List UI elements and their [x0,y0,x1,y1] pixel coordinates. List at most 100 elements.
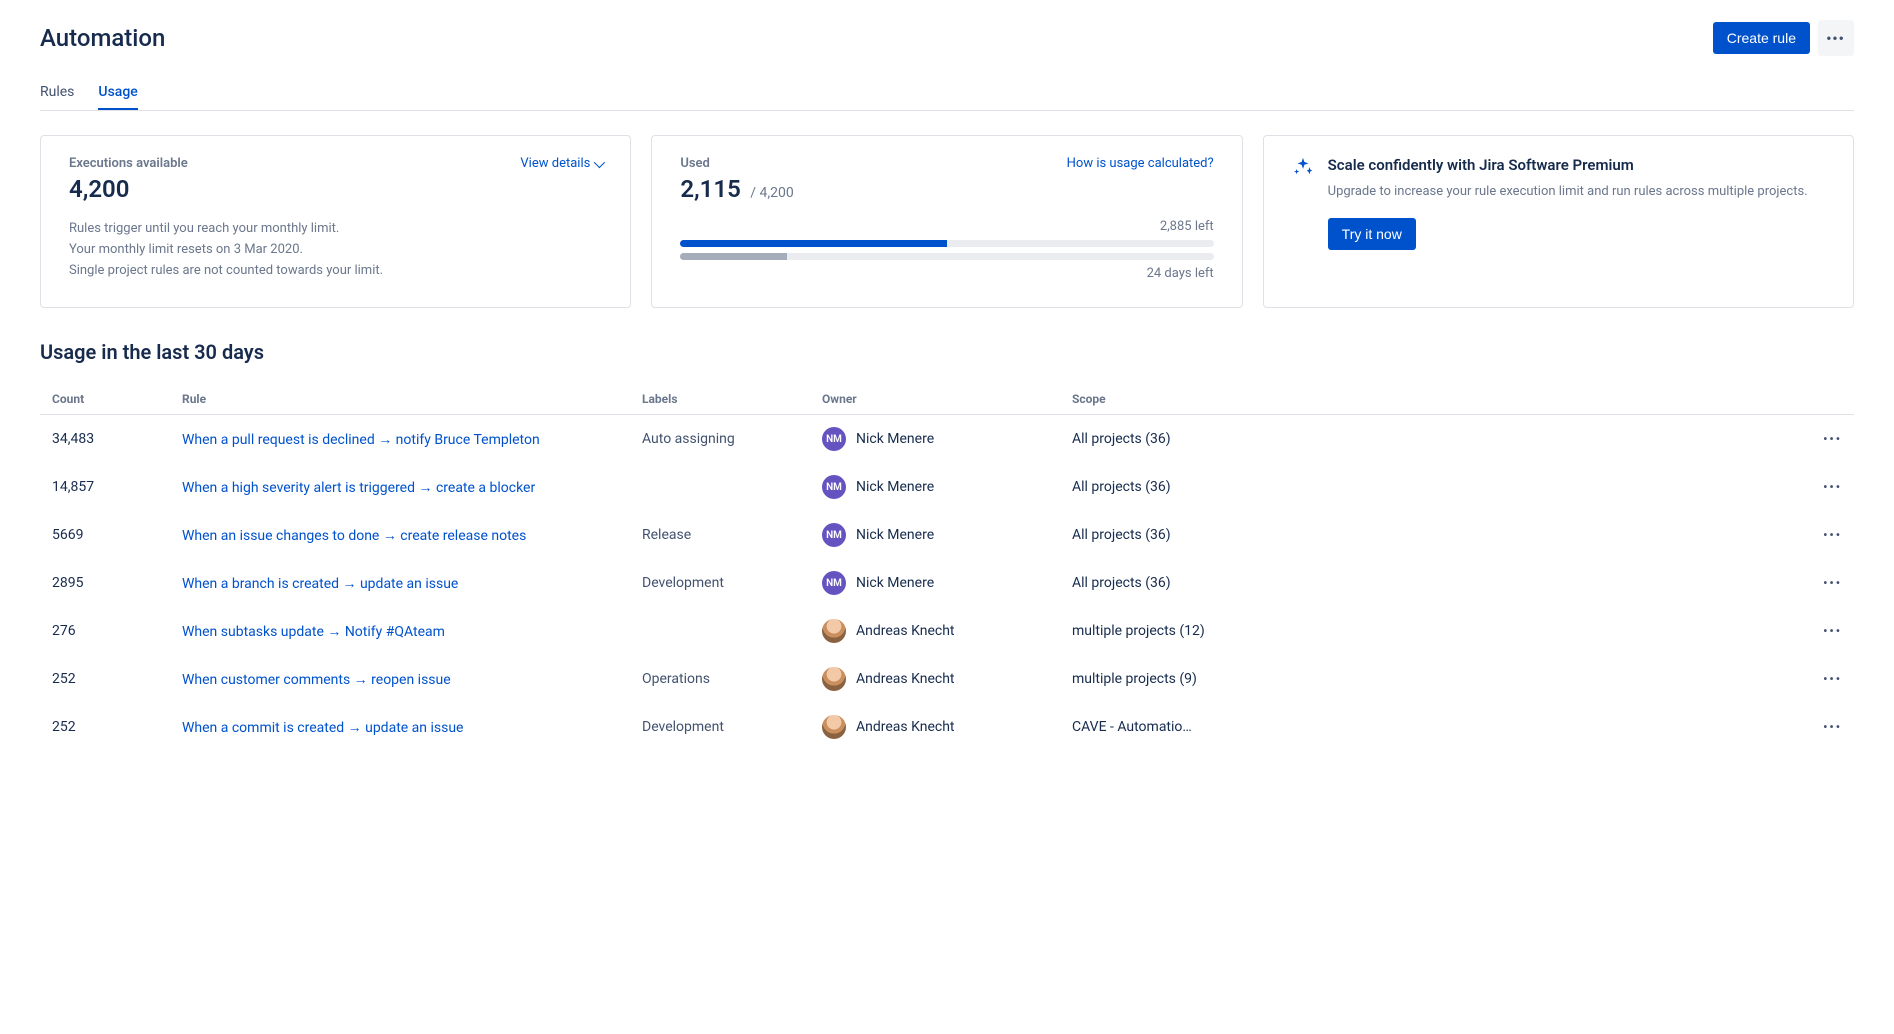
header-actions: Create rule ••• [1713,20,1854,56]
table-row: 276When subtasks update → Notify #QAteam… [40,607,1854,655]
tabs: Rules Usage [40,76,1854,111]
row-actions-button[interactable]: ••• [1683,415,1854,464]
table-row: 252 When a commit is created → update an … [40,703,1854,751]
cell-owner: NMNick Menere [810,415,1060,464]
rule-link[interactable]: When an issue changes to done → create r… [182,528,526,544]
cell-rule: When subtasks update → Notify #QAteam [170,607,630,655]
cell-owner: NMNick Menere [810,559,1060,607]
executions-desc-2: Your monthly limit resets on 3 Mar 2020. [69,240,602,261]
cell-scope: All projects (36) [1060,463,1683,511]
more-icon: ••• [1823,480,1842,494]
days-progress-fill [680,253,787,260]
cell-owner: NM Nick Menere [810,463,1060,511]
cell-count: 2895 [40,559,170,607]
row-actions-button[interactable]: ••• [1683,559,1854,607]
cell-scope: All projects (36) [1060,559,1683,607]
cell-rule: When a pull request is declined → notify… [170,415,630,464]
row-actions-button[interactable]: ••• [1683,511,1854,559]
create-rule-button[interactable]: Create rule [1713,22,1810,54]
view-details-link[interactable]: View details [520,156,602,171]
cell-scope: All projects (36) [1060,415,1683,464]
rule-link[interactable]: When a high severity alert is triggered … [182,480,535,496]
used-label: Used [680,156,710,171]
usage-progress-fill [680,240,947,247]
row-actions-button[interactable]: ••• [1683,607,1854,655]
table-row: 34,483 When a pull request is declined → … [40,415,1854,464]
cell-owner: Andreas Knecht [810,703,1060,751]
owner-name: Andreas Knecht [856,719,955,735]
cell-labels: Release [630,511,810,559]
cell-rule: When a commit is created → update an iss… [170,703,630,751]
cell-rule: When a high severity alert is triggered … [170,463,630,511]
view-details-text: View details [520,156,590,171]
more-icon: ••• [1823,528,1842,542]
owner-name: Andreas Knecht [856,623,955,639]
avatar [822,619,846,643]
row-actions-button[interactable]: ••• [1683,703,1854,751]
cell-owner: NM Nick Menere [810,511,1060,559]
cell-count: 252 [40,703,170,751]
cell-rule: When customer comments → reopen issue [170,655,630,703]
rule-link[interactable]: When a commit is created → update an iss… [182,720,463,736]
used-left: 2,885 left [680,219,1213,234]
try-it-now-button[interactable]: Try it now [1328,218,1416,250]
more-icon: ••• [1823,576,1842,590]
used-value: 2,115 [680,175,740,203]
col-labels[interactable]: Labels [630,384,810,415]
cell-owner: Andreas Knecht [810,607,1060,655]
rule-link[interactable]: When customer comments → reopen issue [182,672,451,688]
row-actions-button[interactable]: ••• [1683,463,1854,511]
col-count[interactable]: Count [40,384,170,415]
executions-value: 4,200 [69,175,129,203]
cell-labels: Operations [630,655,810,703]
tab-usage[interactable]: Usage [98,76,137,110]
col-scope[interactable]: Scope [1060,384,1683,415]
col-actions [1683,384,1854,415]
cell-scope: multiple projects (9) [1060,655,1683,703]
usage-table: Count Rule Labels Owner Scope 34,483 When… [40,384,1854,751]
rule-link[interactable]: When a branch is created → update an iss… [182,576,458,592]
col-owner[interactable]: Owner [810,384,1060,415]
avatar [822,715,846,739]
table-row: 252 When customer comments → reopen issue… [40,655,1854,703]
chevron-down-icon [594,156,605,167]
owner-name: Nick Menere [856,479,934,495]
usage-progress-bar [680,240,1213,247]
sparkle-icon [1292,156,1314,287]
more-icon: ••• [1827,31,1846,45]
rule-link[interactable]: When a pull request is declined → notify… [182,432,540,448]
cell-count: 252 [40,655,170,703]
cell-count: 14,857 [40,463,170,511]
more-icon: ••• [1823,672,1842,686]
executions-desc-1: Rules trigger until you reach your month… [69,219,602,240]
days-progress-bar [680,253,1213,260]
cell-labels [630,463,810,511]
more-icon: ••• [1823,624,1842,638]
owner-name: Nick Menere [856,527,934,543]
owner-name: Nick Menere [856,575,934,591]
cell-labels [630,607,810,655]
table-row: 14,857 When a high severity alert is trig… [40,463,1854,511]
row-actions-button[interactable]: ••• [1683,655,1854,703]
col-rule[interactable]: Rule [170,384,630,415]
avatar [822,667,846,691]
owner-name: Andreas Knecht [856,671,955,687]
section-title: Usage in the last 30 days [40,340,1854,364]
rule-link[interactable]: When subtasks update → Notify #QAteam [182,624,445,640]
more-icon: ••• [1823,432,1842,446]
more-actions-button[interactable]: ••• [1818,20,1854,56]
cell-owner: Andreas Knecht [810,655,1060,703]
used-card: Used How is usage calculated? 2,115 / 4,… [651,135,1242,308]
table-row: 2895 When a branch is created → update an… [40,559,1854,607]
avatar: NM [822,523,846,547]
table-row: 5669When an issue changes to done → crea… [40,511,1854,559]
used-of: / 4,200 [750,185,793,201]
page-title: Automation [40,24,165,52]
promo-desc: Upgrade to increase your rule execution … [1328,182,1808,202]
cell-count: 34,483 [40,415,170,464]
tab-rules[interactable]: Rules [40,76,74,110]
days-left: 24 days left [680,266,1213,281]
avatar: NM [822,475,846,499]
cell-rule: When a branch is created → update an iss… [170,559,630,607]
how-usage-link[interactable]: How is usage calculated? [1067,156,1214,171]
